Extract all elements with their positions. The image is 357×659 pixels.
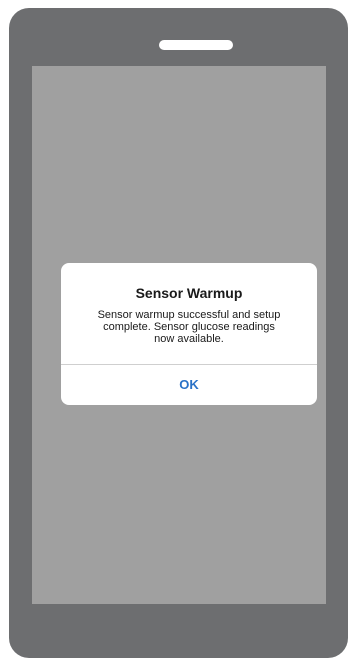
alert-message-line: now available. — [154, 333, 224, 345]
alert-message: Sensor warmup successful and setup compl… — [77, 309, 301, 345]
sensor-warmup-alert: Sensor Warmup Sensor warmup successful a… — [61, 263, 317, 405]
speaker-slot — [159, 40, 233, 50]
alert-title: Sensor Warmup — [135, 285, 243, 301]
alert-message-line: complete. Sensor glucose readings — [103, 321, 275, 333]
ok-button[interactable]: OK — [61, 365, 317, 405]
alert-message-line: Sensor warmup successful and setup — [97, 309, 281, 321]
